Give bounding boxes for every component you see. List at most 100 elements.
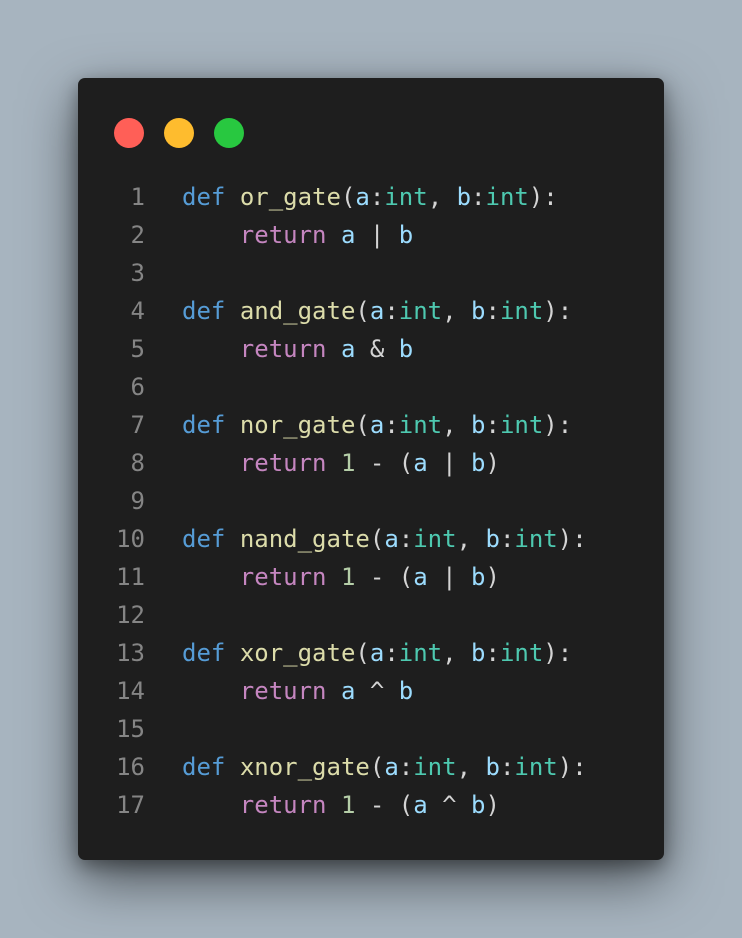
code-token: : — [485, 297, 500, 325]
code-token: def — [182, 525, 226, 553]
line-number: 12 — [116, 601, 145, 629]
code-token: return — [239, 677, 327, 705]
code-token: - ( — [355, 449, 414, 477]
code-token: : — [384, 297, 399, 325]
code-token: int — [499, 411, 544, 439]
line-number: 13 — [116, 639, 145, 667]
code-token: int — [384, 183, 428, 211]
line-number: 3 — [130, 259, 145, 287]
code-text: def xor_gate(a:int, b:int): — [182, 634, 572, 672]
code-token: 1 — [340, 449, 356, 477]
code-token: b — [456, 183, 472, 211]
code-token: a — [355, 183, 370, 211]
code-token: ): — [543, 639, 573, 667]
code-token: ): — [543, 411, 573, 439]
code-token: a — [369, 297, 385, 325]
code-token: int — [398, 297, 443, 325]
code-token: : — [485, 639, 500, 667]
code-token: return — [239, 221, 327, 249]
code-token: | — [355, 221, 399, 249]
code-text: return 1 - (a | b) — [182, 444, 500, 482]
code-token: ) — [485, 563, 500, 591]
line-number: 11 — [116, 563, 145, 591]
code-token: int — [499, 297, 544, 325]
code-token: b — [471, 297, 486, 325]
line-number: 17 — [116, 791, 145, 819]
line-number: 6 — [130, 373, 145, 401]
code-token: : — [499, 753, 515, 781]
code-token: b — [398, 335, 414, 363]
line-number: 4 — [130, 297, 145, 325]
code-token: and_gate — [239, 297, 356, 325]
close-icon[interactable] — [114, 118, 144, 148]
code-token: ^ — [427, 791, 472, 819]
code-text: def nor_gate(a:int, b:int): — [182, 406, 572, 444]
line-number: 1 — [130, 183, 145, 211]
code-text: return a ^ b — [182, 672, 413, 710]
code-text: return 1 - (a | b) — [182, 558, 500, 596]
code-token: 1 — [340, 563, 356, 591]
code-token: : — [384, 639, 399, 667]
line-number: 14 — [116, 677, 145, 705]
code-token: a — [384, 753, 399, 781]
code-token: return — [239, 563, 327, 591]
code-token: b — [471, 449, 486, 477]
code-token: ) — [485, 449, 500, 477]
line-number: 10 — [116, 525, 145, 553]
code-token: b — [485, 525, 500, 553]
line-number: 15 — [116, 715, 145, 743]
code-token: return — [239, 335, 327, 363]
code-token: a — [369, 411, 385, 439]
code-token: nand_gate — [239, 525, 370, 553]
code-token: def — [182, 753, 226, 781]
code-token: ( — [369, 525, 385, 553]
code-token: , — [427, 183, 457, 211]
code-token: xor_gate — [239, 639, 356, 667]
minimize-icon[interactable] — [164, 118, 194, 148]
code-token: a — [413, 449, 428, 477]
code-token: ( — [340, 183, 356, 211]
line-number: 2 — [130, 221, 145, 249]
code-text: return a & b — [182, 330, 413, 368]
line-number: 9 — [130, 487, 145, 515]
code-token: : — [471, 183, 486, 211]
line-number: 16 — [116, 753, 145, 781]
code-token: ): — [528, 183, 558, 211]
maximize-icon[interactable] — [214, 118, 244, 148]
code-token: : — [384, 411, 399, 439]
code-token: a — [413, 791, 428, 819]
code-token: ( — [355, 297, 370, 325]
code-token: int — [514, 525, 558, 553]
code-token: ( — [355, 639, 370, 667]
code-token: : — [369, 183, 385, 211]
code-token: b — [398, 221, 414, 249]
code-token: def — [182, 297, 226, 325]
code-token: b — [471, 791, 486, 819]
code-token: : — [485, 411, 500, 439]
code-token: or_gate — [239, 183, 341, 211]
code-text: return 1 - (a ^ b) — [182, 786, 500, 824]
code-token: 1 — [340, 791, 356, 819]
code-token: a — [413, 563, 428, 591]
code-window: 1 def or_gate(a:int, b:int): 2 return a | … — [78, 78, 664, 860]
code-token: | — [427, 563, 472, 591]
code-token: xnor_gate — [239, 753, 370, 781]
code-token: , — [442, 411, 472, 439]
code-token: ): — [557, 525, 587, 553]
code-token: a — [369, 639, 385, 667]
code-token: b — [485, 753, 500, 781]
code-token: - ( — [355, 791, 414, 819]
code-token: def — [182, 183, 226, 211]
code-token: | — [427, 449, 472, 477]
